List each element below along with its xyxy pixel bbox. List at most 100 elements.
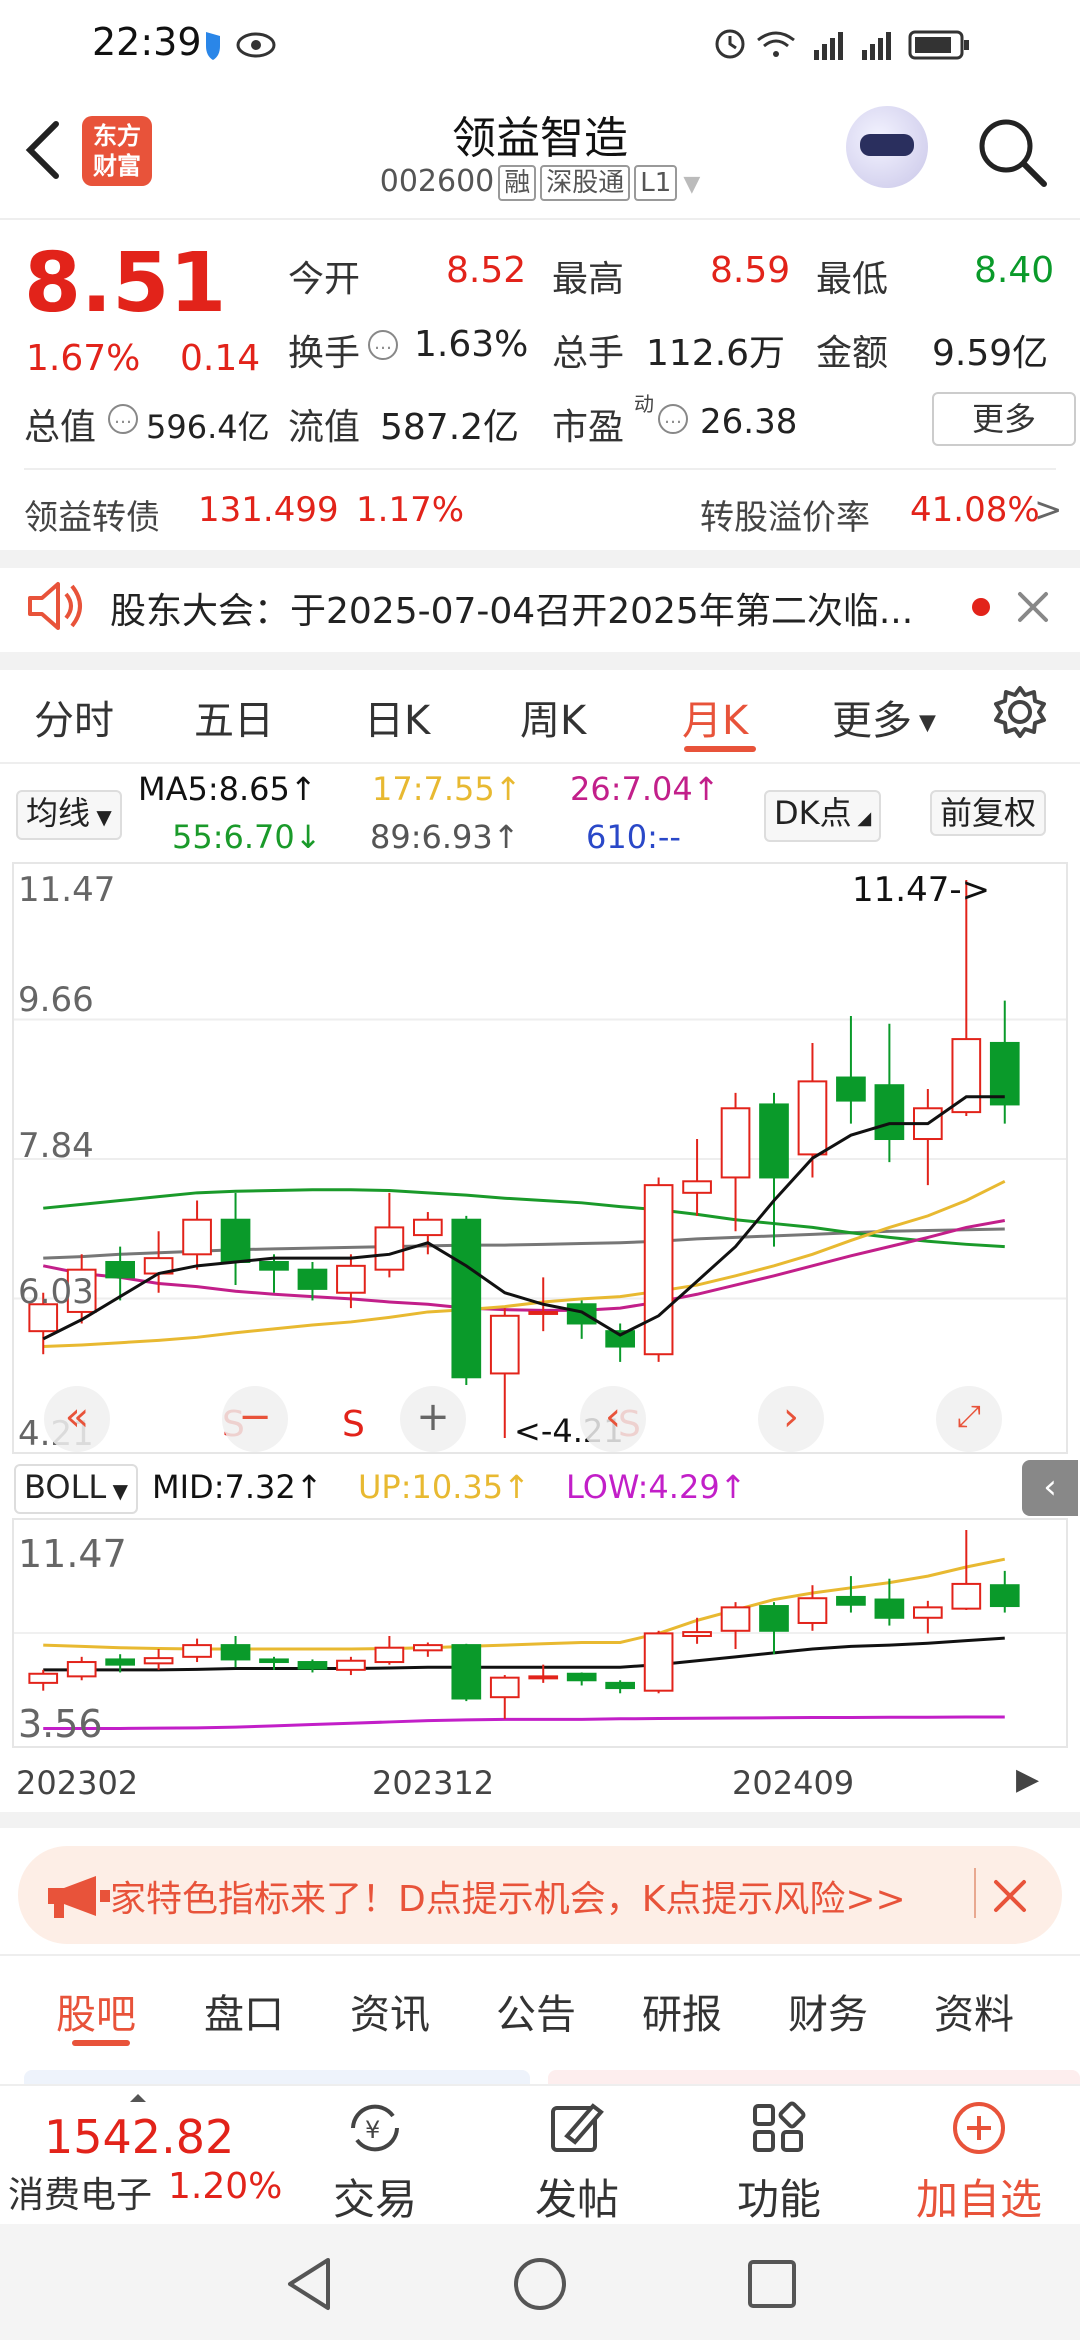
svg-text:¥: ¥ — [365, 2116, 380, 2144]
tab-financials[interactable]: 财务 — [788, 1982, 868, 2040]
candle-body — [220, 1218, 251, 1263]
crosshair-plus-icon[interactable]: + — [400, 1386, 466, 1452]
x-label: 202409 — [732, 1764, 855, 1802]
chevron-right-icon[interactable]: > — [1034, 490, 1063, 530]
system-nav-bar — [0, 2224, 1080, 2340]
boll-candle-body — [297, 1661, 328, 1670]
tab-profile[interactable]: 资料 — [934, 1982, 1014, 2040]
more-button[interactable]: 更多 — [932, 392, 1076, 446]
high-label: 最高 — [552, 259, 625, 300]
card-top-edge — [24, 2070, 530, 2084]
expand-up-icon[interactable] — [130, 2094, 146, 2102]
banner-text: 家特色指标来了！D点提示机会，K点提示风险>> — [110, 1879, 906, 1920]
tab-five-day[interactable]: 五日 — [194, 688, 274, 746]
play-icon[interactable]: ▶ — [1016, 1762, 1039, 1797]
megaphone-icon — [48, 1876, 110, 1918]
search-icon[interactable] — [974, 114, 1050, 190]
boll-candle-body — [605, 1681, 635, 1690]
boll-candle-body — [143, 1657, 174, 1665]
shield-icon — [206, 32, 220, 60]
indicator-selector-boll[interactable]: BOLL ▼ — [14, 1464, 138, 1514]
tab-monthly-k[interactable]: 月K — [682, 688, 748, 746]
tab-intraday[interactable]: 分时 — [34, 688, 114, 746]
info-icon[interactable]: … — [108, 404, 138, 434]
x-label: 202302 — [16, 1764, 139, 1802]
tab-daily-k[interactable]: 日K — [364, 688, 430, 746]
candle-body — [182, 1218, 212, 1256]
open-value: 8.52 — [446, 250, 527, 291]
tab-research[interactable]: 研报 — [642, 1982, 722, 2040]
bond-name[interactable]: 领益转债 — [24, 490, 160, 539]
ma17-line — [43, 1179, 1006, 1349]
boll-up-value: UP:10.35↑ — [358, 1468, 530, 1506]
boll-candle-body — [682, 1631, 712, 1637]
signal-icon — [814, 32, 843, 60]
tab-weekly-k[interactable]: 周K — [520, 688, 586, 746]
scroll-left-fast-icon[interactable]: « — [44, 1386, 110, 1452]
nav-home-icon[interactable] — [510, 2254, 570, 2314]
candle-body — [797, 1080, 828, 1156]
premium-value: 41.08% — [910, 490, 1040, 530]
change-percent: 1.67% — [26, 338, 141, 379]
nav-recents-icon[interactable] — [742, 2254, 802, 2314]
boll-candle-body — [874, 1598, 905, 1619]
tab-news[interactable]: 资讯 — [350, 1982, 430, 2040]
y-tick-4: 6.03 — [18, 1272, 94, 1312]
y-tick-1: 11.47 — [18, 870, 116, 910]
candle-body — [682, 1180, 712, 1194]
candle-body — [374, 1226, 405, 1271]
tab-orderbook[interactable]: 盘口 — [204, 1982, 284, 2040]
banner-close-icon[interactable] — [990, 1876, 1030, 1916]
signal-icon-2 — [862, 32, 891, 60]
candle-body — [297, 1268, 328, 1290]
turnover-value: 1.63% — [414, 324, 529, 365]
dk-point-button[interactable]: DK点 ◢ — [764, 790, 882, 842]
scroll-right-icon[interactable]: › — [758, 1386, 824, 1452]
panel-collapse-icon[interactable]: ‹ — [1022, 1460, 1078, 1516]
indicator-selector-ma[interactable]: 均线 ▼ — [16, 790, 122, 840]
boll-candle-body — [259, 1658, 289, 1664]
y-tick-3: 7.84 — [18, 1126, 94, 1166]
add-watchlist-button[interactable]: 加自选 — [904, 2100, 1054, 2227]
gear-icon[interactable] — [992, 684, 1048, 740]
info-icon[interactable]: … — [658, 404, 688, 434]
amount-label: 金额 — [816, 333, 889, 374]
candle-body — [874, 1084, 905, 1141]
pe-dynamic-mark: 动 — [634, 392, 654, 416]
boll-chart[interactable]: 11.47 3.56 — [12, 1518, 1068, 1748]
boll-candle-body — [913, 1606, 943, 1619]
sector-index-name[interactable]: 消费电子 — [8, 2166, 152, 2218]
tab-forum[interactable]: 股吧 — [56, 1982, 136, 2040]
candle-body — [336, 1264, 366, 1294]
mcap-value: 596.4亿 — [146, 408, 270, 446]
fullscreen-icon[interactable]: ⤢ — [936, 1386, 1002, 1452]
notice-text[interactable]: 股东大会：于2025-07-04召开2025年第二次临... — [110, 582, 913, 634]
candle-body — [528, 1310, 559, 1315]
adjustment-button[interactable]: 前复权 — [930, 790, 1047, 836]
tag-margin: 融 — [498, 165, 537, 201]
chevron-down-icon[interactable]: ▼ — [683, 172, 700, 197]
promo-banner[interactable]: 家特色指标来了！D点提示机会，K点提示风险>> — [18, 1846, 1062, 1944]
current-price: 8.51 — [24, 236, 227, 331]
sector-index-value[interactable]: 1542.82 — [44, 2110, 234, 2164]
banner-divider — [974, 1868, 976, 1918]
functions-button[interactable]: 功能 — [724, 2100, 834, 2227]
float-label: 流值 — [288, 407, 361, 448]
forum-tab-indicator — [72, 2040, 130, 2046]
bond-price: 131.499 — [198, 490, 339, 530]
close-icon[interactable] — [1014, 588, 1052, 626]
boll-candle-body — [489, 1676, 520, 1699]
tab-announcements[interactable]: 公告 — [496, 1982, 576, 2040]
low-label: 最低 — [816, 259, 889, 300]
trade-button[interactable]: ¥ 交易 — [320, 2100, 430, 2227]
nav-back-icon[interactable] — [280, 2254, 340, 2314]
kline-chart[interactable]: 11.47 9.66 7.84 6.03 4.21 11.47-> <-4.21… — [12, 862, 1068, 1454]
info-icon[interactable]: … — [368, 330, 398, 360]
candle-body — [759, 1103, 789, 1179]
robot-avatar[interactable] — [846, 106, 928, 188]
tab-more[interactable]: 更多 ▼ — [832, 688, 936, 746]
ma26-value: 26:7.04↑ — [570, 770, 720, 808]
post-button[interactable]: 发帖 — [522, 2100, 632, 2227]
zoom-out-icon[interactable]: − — [222, 1386, 288, 1452]
scroll-left-icon[interactable]: ‹ — [580, 1386, 646, 1452]
